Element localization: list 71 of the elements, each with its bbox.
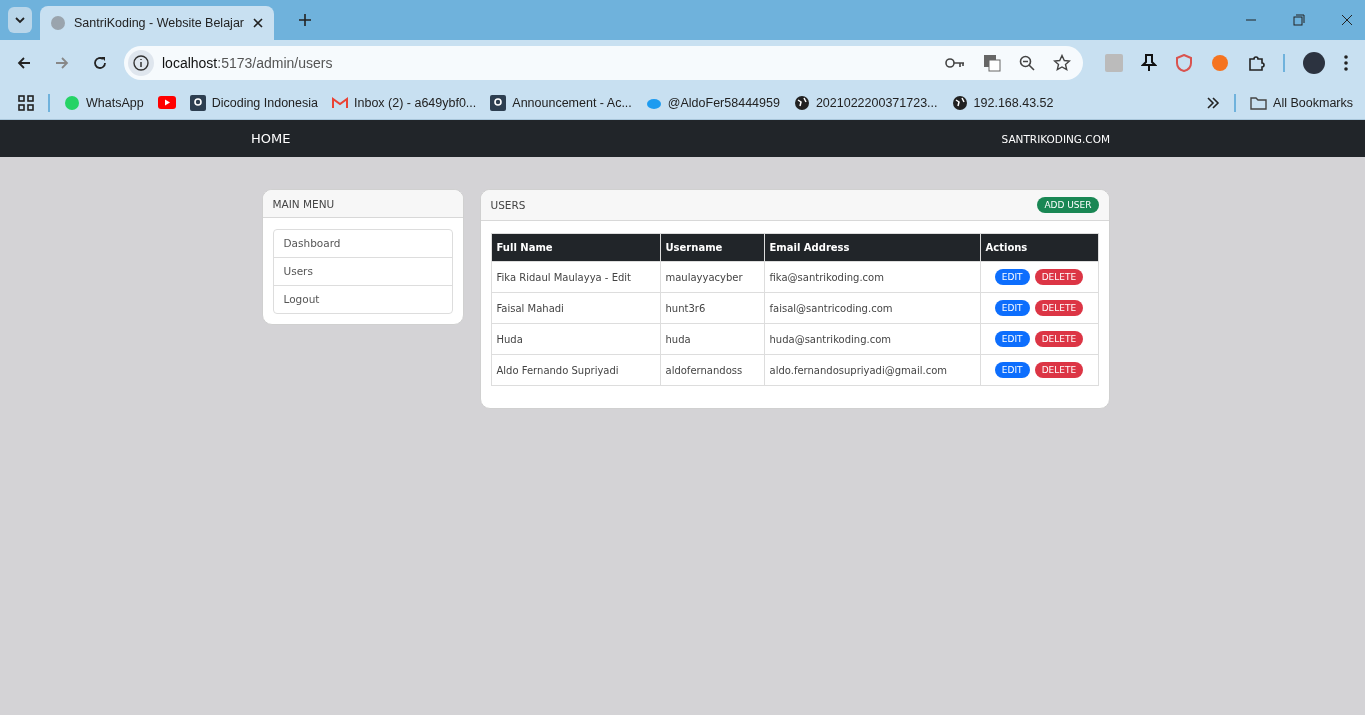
delete-button[interactable]: DELETE [1034, 362, 1084, 378]
edit-button[interactable]: EDIT [994, 331, 1030, 347]
url-text: localhost:5173/admin/users [162, 55, 333, 71]
column-header: Full Name [491, 233, 660, 262]
pin-icon[interactable] [1141, 54, 1157, 72]
table-cell: aldo.fernandosupriyadi@gmail.com [764, 354, 980, 386]
close-window-icon[interactable] [1341, 14, 1353, 26]
table-cell: fika@santrikoding.com [764, 261, 980, 293]
address-bar[interactable]: localhost:5173/admin/users [124, 46, 1083, 80]
edit-button[interactable]: EDIT [994, 362, 1030, 378]
table-cell: huda [660, 323, 764, 355]
delete-button[interactable]: DELETE [1034, 300, 1084, 316]
tab-title: SantriKoding - Website Belajar [74, 16, 244, 30]
translate-icon[interactable] [983, 54, 1001, 72]
table-cell: maulayyacyber [660, 261, 764, 293]
table-cell: Faisal Mahadi [491, 292, 660, 324]
bookmark[interactable]: Announcement - Ac... [490, 94, 632, 111]
bookmark[interactable]: 2021022200371723... [793, 94, 938, 111]
bookmark[interactable]: @AldoFer58444959 [645, 95, 780, 110]
menu-item[interactable]: Logout [273, 286, 452, 313]
letter-logo-icon [490, 94, 507, 111]
new-tab-icon[interactable] [298, 13, 312, 27]
browser-tab[interactable]: SantriKoding - Website Belajar [40, 6, 274, 40]
edit-button[interactable]: EDIT [994, 300, 1030, 316]
delete-button[interactable]: DELETE [1034, 331, 1084, 347]
more-icon[interactable] [1343, 54, 1349, 72]
home-link[interactable]: HOME [251, 131, 291, 146]
table-cell: Aldo Fernando Supriyadi [491, 354, 660, 386]
card-title: MAIN MENU [272, 197, 335, 210]
reload-icon[interactable] [92, 55, 108, 71]
edit-button[interactable]: EDIT [994, 269, 1030, 285]
table-cell: hunt3r6 [660, 292, 764, 324]
folder-icon [1250, 95, 1268, 110]
bookmark[interactable]: Dicoding Indonesia [189, 94, 318, 111]
puzzle-icon[interactable] [1247, 54, 1265, 72]
column-header: Username [660, 233, 764, 262]
mail-icon [332, 96, 348, 109]
play-icon [157, 96, 176, 109]
bookmark[interactable]: Inbox (2) - a649ybf0... [332, 95, 477, 110]
back-arrow-icon[interactable] [16, 55, 32, 71]
chevron-down-icon [14, 14, 26, 26]
column-header: Email Address [764, 233, 980, 262]
bookmark[interactable]: 192.168.43.52 [951, 94, 1054, 111]
zoom-out-icon[interactable] [1019, 55, 1035, 71]
shield-icon[interactable] [1175, 54, 1193, 72]
card-title: USERS [490, 199, 526, 211]
bookmark[interactable]: WhatsApp [64, 94, 144, 111]
delete-button[interactable]: DELETE [1034, 269, 1084, 285]
table-cell: huda@santrikoding.com [764, 323, 980, 355]
column-header: Actions [980, 233, 1098, 262]
close-icon[interactable] [252, 17, 264, 29]
star-icon[interactable] [1053, 54, 1071, 72]
tab-search-button[interactable] [8, 7, 32, 33]
menu-item[interactable]: Users [273, 258, 452, 286]
menu-item[interactable]: Dashboard [273, 230, 452, 258]
table-cell: aldofernandoss [660, 354, 764, 386]
apps-grid-icon[interactable] [18, 94, 34, 111]
avatar-icon[interactable] [1303, 52, 1325, 74]
brand-link[interactable]: SANTRIKODING.COM [1001, 132, 1110, 145]
add-user-button[interactable]: ADD USER [1037, 197, 1099, 213]
info-icon [128, 50, 154, 76]
restore-icon[interactable] [1293, 14, 1305, 26]
all-bookmarks-button[interactable]: All Bookmarks [1250, 95, 1353, 110]
chevrons-right-icon[interactable] [1206, 96, 1221, 109]
table-cell: Huda [491, 323, 660, 355]
table-cell: faisal@santricoding.com [764, 292, 980, 324]
bookmark[interactable] [157, 96, 176, 109]
letter-logo-icon [189, 94, 206, 111]
forward-arrow-icon[interactable] [54, 55, 70, 71]
key-icon[interactable] [945, 56, 965, 70]
table-cell: Fika Ridaul Maulayya - Edit [491, 261, 660, 293]
